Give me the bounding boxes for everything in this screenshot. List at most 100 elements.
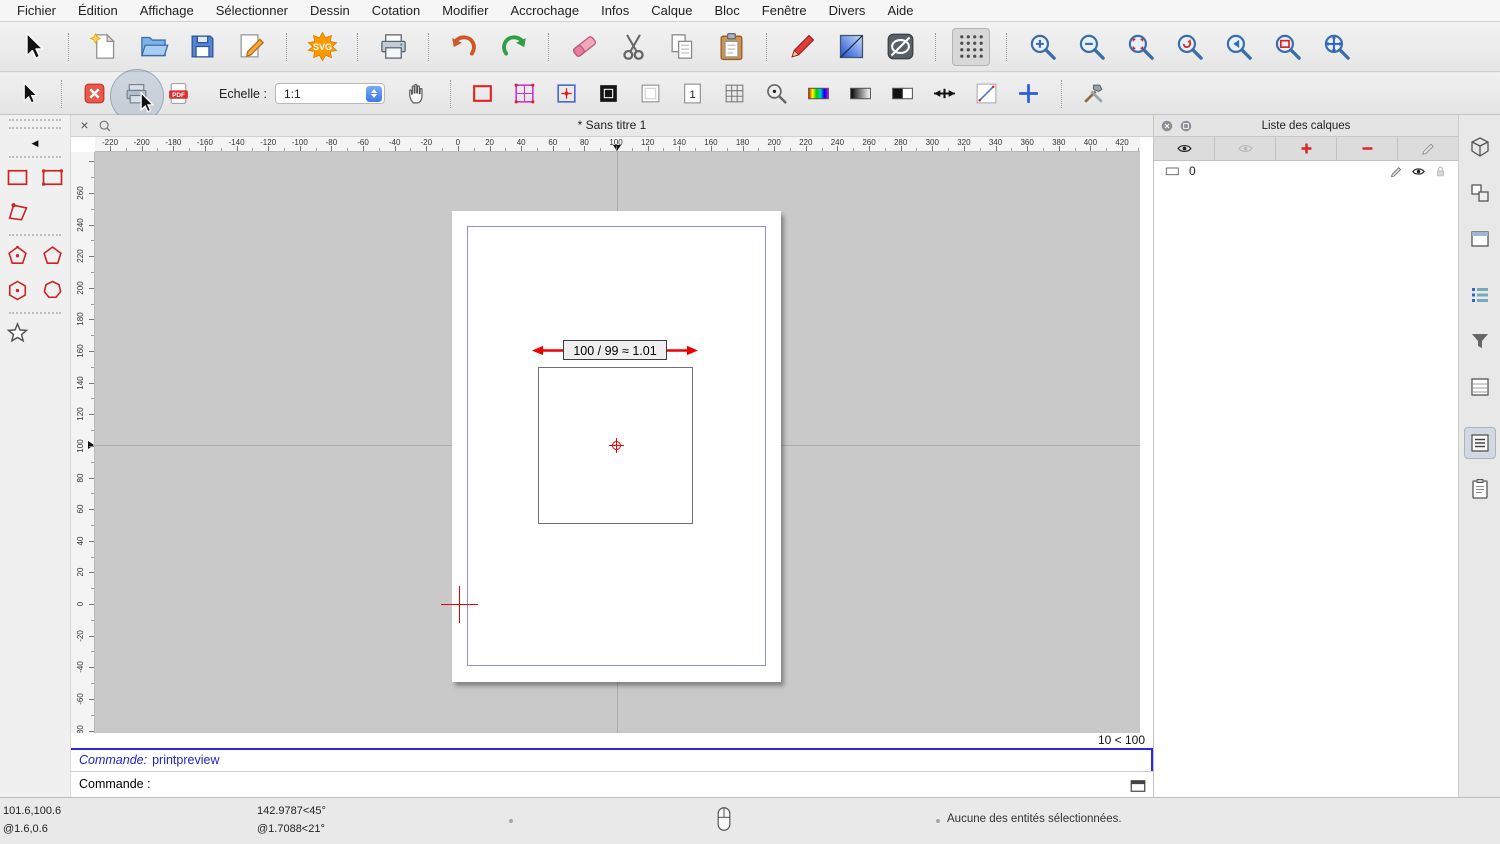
layer-row[interactable]: 0 bbox=[1154, 161, 1458, 181]
menu-divers[interactable]: Divers bbox=[818, 0, 877, 22]
rectangle-3point-tool[interactable] bbox=[35, 160, 70, 195]
zoom-pan-button[interactable] bbox=[1317, 28, 1355, 66]
line-width-button[interactable] bbox=[930, 79, 960, 109]
drawing-canvas[interactable]: 100 / 99 ≈ 1.01 bbox=[95, 152, 1140, 733]
save-drawing-button[interactable] bbox=[183, 28, 221, 66]
menu-affichage[interactable]: Affichage bbox=[129, 0, 205, 22]
select-tool[interactable] bbox=[14, 28, 52, 66]
delete-button[interactable] bbox=[565, 28, 603, 66]
redo-button[interactable] bbox=[494, 28, 532, 66]
star-tool[interactable] bbox=[0, 316, 35, 351]
polygon-center-tangent-tool[interactable] bbox=[0, 273, 35, 308]
hide-all-layers-button[interactable] bbox=[1215, 137, 1276, 160]
crosshair-toggle[interactable] bbox=[1014, 79, 1044, 109]
grid-toggle[interactable] bbox=[952, 28, 990, 66]
dock-block-list[interactable] bbox=[1464, 177, 1496, 209]
rectangle-tool[interactable] bbox=[0, 160, 35, 195]
tools-options-button[interactable] bbox=[1079, 79, 1109, 109]
menu-accrochage[interactable]: Accrochage bbox=[499, 0, 590, 22]
ruler-tick bbox=[89, 667, 94, 668]
panel-float-icon[interactable] bbox=[1179, 119, 1193, 133]
undo-button[interactable] bbox=[445, 28, 483, 66]
menu-infos[interactable]: Infos bbox=[590, 0, 640, 22]
open-drawing-button[interactable] bbox=[134, 28, 172, 66]
command-window-icon[interactable] bbox=[1129, 777, 1147, 792]
layer-edit-icon[interactable] bbox=[1389, 164, 1404, 179]
zoom-in-button[interactable] bbox=[1023, 28, 1061, 66]
polygon-2-vertices-tool[interactable] bbox=[35, 238, 70, 273]
quadrilateral-tool[interactable] bbox=[0, 195, 35, 230]
ruler-label: -40 bbox=[380, 138, 410, 147]
palette-collapse-button[interactable]: ◀ bbox=[0, 134, 70, 152]
header-zoom-icon[interactable] bbox=[98, 119, 112, 133]
show-all-layers-button[interactable] bbox=[1154, 137, 1215, 160]
draft-mode-toggle[interactable] bbox=[881, 28, 919, 66]
menu-fenetre[interactable]: Fenêtre bbox=[751, 0, 818, 22]
pan-tool[interactable] bbox=[403, 79, 433, 109]
dock-layer-list[interactable] bbox=[1464, 427, 1496, 459]
menu-dessin[interactable]: Dessin bbox=[299, 0, 361, 22]
polygon-side-tool[interactable] bbox=[35, 273, 70, 308]
center-to-page-button[interactable] bbox=[552, 79, 582, 109]
edit-drawing-button[interactable] bbox=[232, 28, 270, 66]
menu-edition[interactable]: Édition bbox=[67, 0, 129, 22]
panel-close-icon[interactable] bbox=[1160, 119, 1174, 133]
menu-calque[interactable]: Calque bbox=[640, 0, 703, 22]
remove-layer-button[interactable] bbox=[1337, 137, 1398, 160]
paste-button[interactable] bbox=[712, 28, 750, 66]
export-svg-button[interactable]: SVG bbox=[303, 28, 341, 66]
layer-lock-icon[interactable] bbox=[1433, 164, 1448, 179]
palette-drag-handle[interactable] bbox=[9, 127, 61, 131]
dock-snap-filter[interactable] bbox=[1464, 325, 1496, 357]
ruler-label: 320 bbox=[949, 138, 979, 147]
dock-3d-views[interactable] bbox=[1464, 131, 1496, 163]
zoom-out-button[interactable] bbox=[1072, 28, 1110, 66]
white-paper-toggle[interactable] bbox=[636, 79, 666, 109]
edit-layer-button[interactable] bbox=[1398, 137, 1458, 160]
palette-drag-handle[interactable] bbox=[9, 119, 61, 123]
print-button[interactable] bbox=[121, 79, 151, 109]
attributes-button[interactable] bbox=[783, 28, 821, 66]
fit-to-paper-button[interactable] bbox=[468, 79, 498, 109]
line-preview-button[interactable] bbox=[972, 79, 1002, 109]
stepper-icon[interactable] bbox=[366, 86, 382, 103]
multiple-pages-button[interactable] bbox=[510, 79, 540, 109]
close-print-preview-button[interactable] bbox=[79, 79, 109, 109]
menu-aide[interactable]: Aide bbox=[876, 0, 924, 22]
menu-fichier[interactable]: Fichier bbox=[6, 0, 67, 22]
zoom-point-button[interactable] bbox=[762, 79, 792, 109]
add-layer-button[interactable] bbox=[1276, 137, 1337, 160]
dock-library-browser[interactable] bbox=[1464, 223, 1496, 255]
new-drawing-button[interactable] bbox=[85, 28, 123, 66]
grayscale-mode-button[interactable] bbox=[846, 79, 876, 109]
menu-selectionner[interactable]: Sélectionner bbox=[205, 0, 299, 22]
zoom-previous-button[interactable] bbox=[1219, 28, 1257, 66]
dark-paper-toggle[interactable] bbox=[594, 79, 624, 109]
command-input[interactable] bbox=[151, 772, 1055, 796]
page-grid-button[interactable] bbox=[720, 79, 750, 109]
export-pdf-button[interactable]: PDF bbox=[163, 79, 193, 109]
zoom-window-button[interactable] bbox=[1268, 28, 1306, 66]
copy-button[interactable] bbox=[663, 28, 701, 66]
blackwhite-mode-button[interactable] bbox=[888, 79, 918, 109]
layer-visible-icon[interactable] bbox=[1411, 164, 1426, 179]
print-preview-toggle[interactable] bbox=[374, 28, 412, 66]
menu-modifier[interactable]: Modifier bbox=[431, 0, 499, 22]
ruler-tick bbox=[91, 367, 94, 368]
menu-cotation[interactable]: Cotation bbox=[361, 0, 431, 22]
color-mode-button[interactable] bbox=[804, 79, 834, 109]
zoom-redraw-button[interactable] bbox=[1170, 28, 1208, 66]
dock-block-notes[interactable] bbox=[1464, 473, 1496, 505]
cut-button[interactable] bbox=[614, 28, 652, 66]
polygon-center-point-tool[interactable] bbox=[0, 238, 35, 273]
dock-properties[interactable] bbox=[1464, 371, 1496, 403]
dock-command-history[interactable] bbox=[1464, 279, 1496, 311]
background-button[interactable] bbox=[832, 28, 870, 66]
zoom-auto-button[interactable] bbox=[1121, 28, 1159, 66]
menu-bloc[interactable]: Bloc bbox=[703, 0, 750, 22]
select-tool-2[interactable] bbox=[14, 79, 44, 109]
close-document-icon[interactable]: × bbox=[77, 118, 92, 133]
single-page-button[interactable]: 1 bbox=[678, 79, 708, 109]
scale-select[interactable]: 1:1 bbox=[275, 83, 385, 104]
ruler-label: 260 bbox=[854, 138, 884, 147]
